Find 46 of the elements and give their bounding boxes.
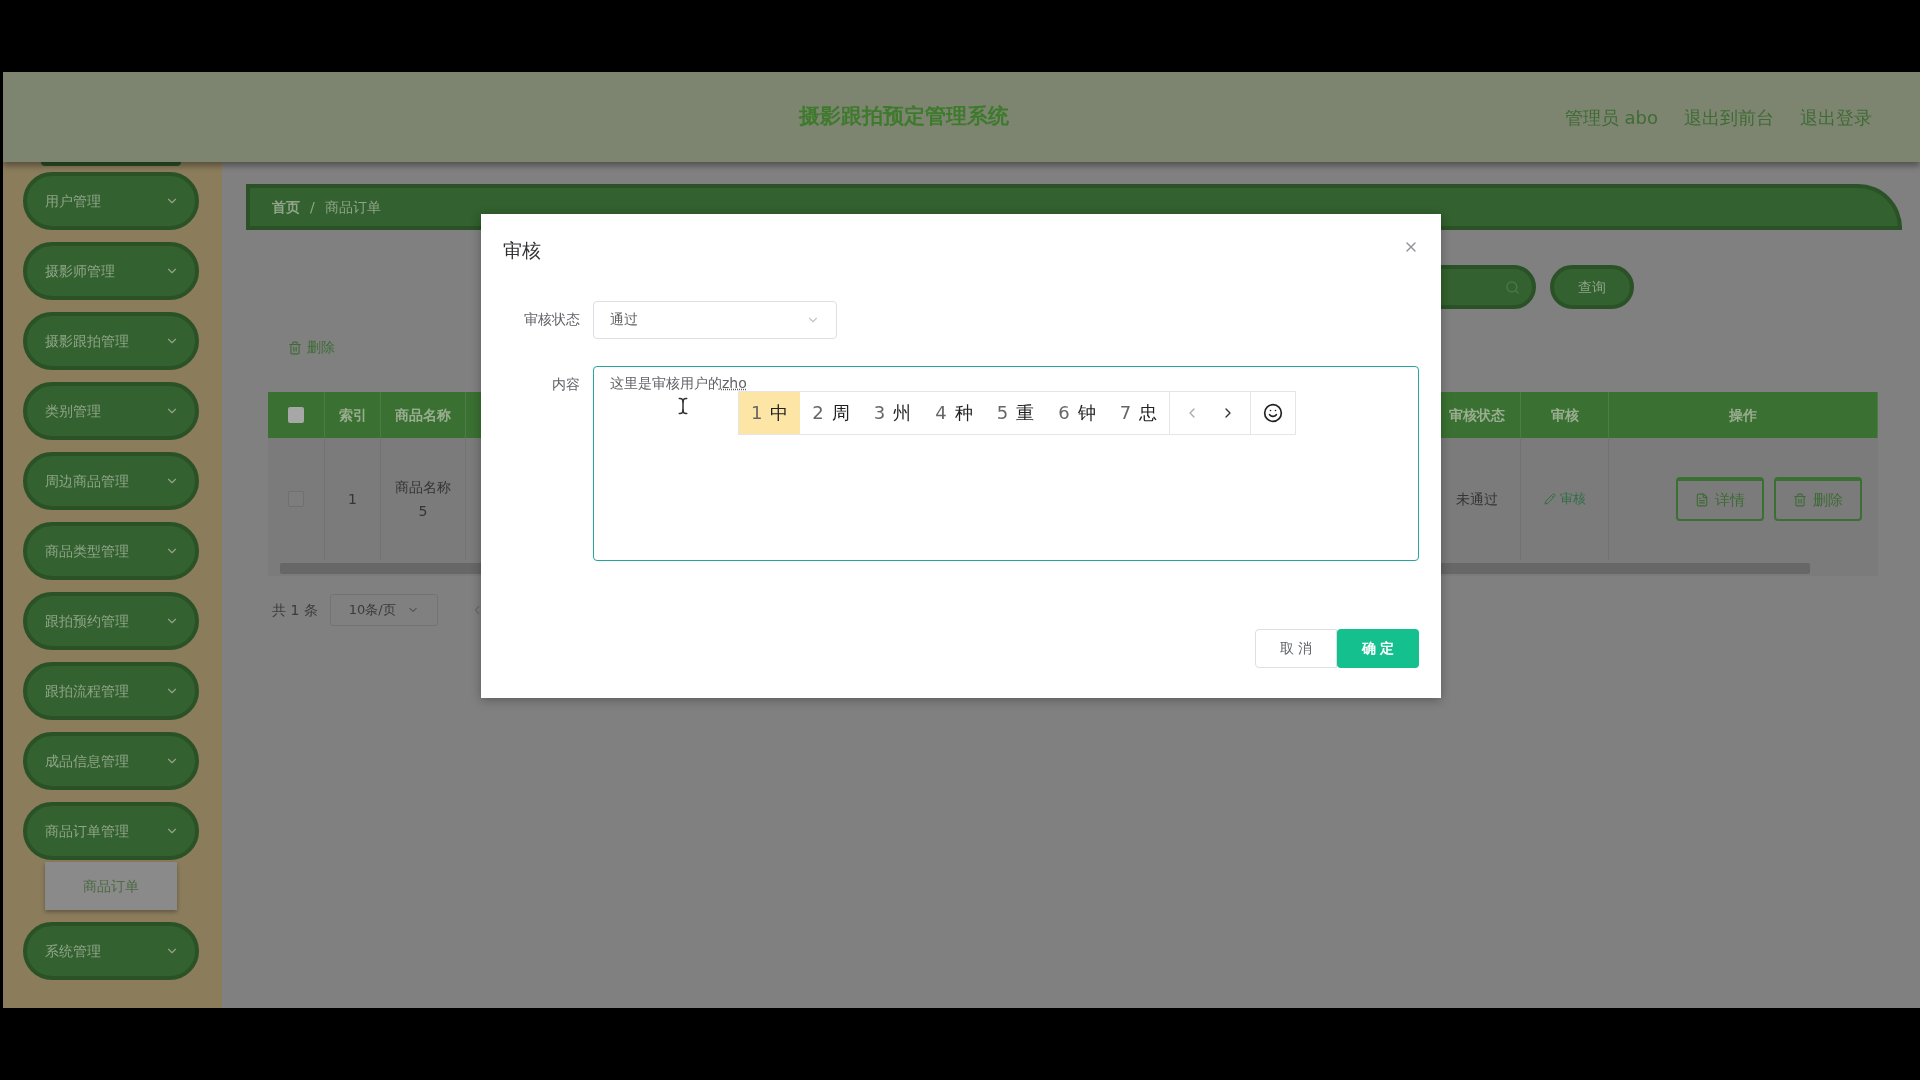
audit-link[interactable]: 审核: [1543, 489, 1586, 509]
table-cell-text: 1: [348, 489, 357, 509]
pencil-icon: [1543, 493, 1556, 505]
breadcrumb-separator: /: [310, 197, 315, 217]
breadcrumb-link[interactable]: 首页: [272, 196, 300, 218]
sidebar-menu-item[interactable]: 摄影跟拍管理: [23, 312, 199, 370]
field-label: 审核状态: [523, 310, 581, 329]
field-text: 这里是审核用户的: [609, 374, 722, 391]
sidebar-menu-item[interactable]: 系统管理: [23, 922, 199, 980]
content-textarea[interactable]: 这里是审核用户的zho 1 中 2 周 3 州 4 种 5 重 6 钟 7 忠: [592, 365, 1419, 561]
confirm-button[interactable]: 确 定: [1337, 628, 1419, 668]
field-label: 内容: [550, 374, 581, 394]
sidebar-menu-item[interactable]: 跟拍预约管理: [23, 592, 199, 650]
table-cell-text: 商品名称5: [394, 478, 452, 521]
sidebar-menu-item[interactable]: 用户管理: [23, 172, 199, 230]
search-icon: [1505, 279, 1520, 295]
sidebar-menu-item[interactable]: 摄影师管理: [23, 242, 199, 300]
sidebar-menu-item[interactable]: 周边商品管理: [23, 452, 199, 510]
delete-link[interactable]: 删除: [288, 337, 335, 358]
ime-composition-text: zho: [721, 374, 747, 391]
submenu-item[interactable]: 商品订单: [45, 862, 177, 910]
table-cell-text: 未通过: [1455, 489, 1498, 509]
sidebar-menu-item[interactable]: 商品订单管理: [23, 802, 199, 860]
document-icon: [1695, 493, 1709, 507]
delete-button[interactable]: 删除: [1774, 477, 1862, 521]
trash-icon: [288, 340, 302, 355]
cancel-button[interactable]: 取 消: [1255, 628, 1337, 668]
trash-icon: [1793, 493, 1807, 507]
admin-username: 管理员 abo: [1564, 105, 1658, 130]
total-count: 共 1 条: [272, 600, 318, 620]
emoji-icon[interactable]: [1263, 402, 1284, 423]
page-size-select[interactable]: 10条/页: [329, 594, 438, 626]
system-title: 摄影跟拍预定管理系统: [798, 103, 1009, 131]
status-select[interactable]: 通过: [593, 300, 837, 339]
ime-candidate[interactable]: 1 中: [738, 391, 801, 434]
dialog-title: 审核: [503, 238, 541, 263]
detail-button[interactable]: 详情: [1676, 477, 1764, 521]
breadcrumb-link[interactable]: 商品订单: [324, 196, 381, 218]
header-link[interactable]: 退出登录: [1800, 103, 1872, 131]
sidebar-menu-item[interactable]: 商品类型管理: [23, 522, 199, 580]
select-all-checkbox[interactable]: [288, 407, 304, 423]
header-link[interactable]: 退出到前台: [1684, 103, 1774, 131]
search-button[interactable]: 查询: [1550, 265, 1634, 309]
sidebar-menu-item[interactable]: 跟拍流程管理: [23, 662, 199, 720]
sidebar-menu-item[interactable]: 成品信息管理: [23, 732, 199, 790]
sidebar-menu-item[interactable]: 类别管理: [23, 382, 199, 440]
